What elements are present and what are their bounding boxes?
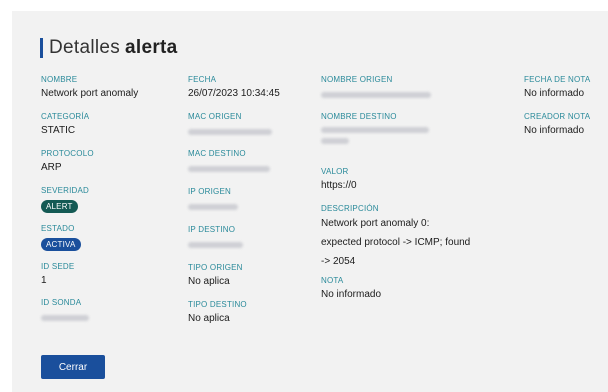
field-label: ID SONDA	[41, 298, 82, 307]
redacted-value	[188, 129, 272, 135]
field-label: IP DESTINO	[188, 225, 236, 234]
field-label: NOMBRE	[41, 75, 78, 84]
field-creador-nota: CREADOR NOTA No informado	[524, 112, 590, 137]
redacted-value	[321, 92, 431, 98]
redacted-value	[321, 127, 429, 133]
field-value: 26/07/2023 10:34:45	[188, 88, 280, 99]
field-nombre-origen: NOMBRE ORIGEN	[321, 75, 431, 103]
title-light: Detalles	[49, 37, 121, 58]
field-label: ESTADO	[41, 224, 75, 233]
field-label: TIPO ORIGEN	[188, 263, 243, 272]
field-label: TIPO DESTINO	[188, 300, 247, 309]
field-ip-destino: IP DESTINO	[188, 225, 243, 253]
field-label: PROTOCOLO	[41, 149, 94, 158]
description-line: expected protocol -> ICMP; found	[321, 237, 471, 248]
field-value: https://0	[321, 180, 357, 191]
field-tipo-origen: TIPO ORIGEN No aplica	[188, 263, 243, 288]
field-value: STATIC	[41, 125, 76, 136]
field-value: No aplica	[188, 276, 230, 287]
field-label: SEVERIDAD	[41, 186, 90, 195]
field-tipo-destino: TIPO DESTINO No aplica	[188, 300, 247, 325]
field-label: FECHA	[188, 75, 217, 84]
field-estado: ESTADO ACTIVA	[41, 224, 81, 252]
field-label: MAC DESTINO	[188, 149, 246, 158]
redacted-value	[188, 242, 243, 248]
redacted-value	[321, 138, 349, 144]
field-label: NOMBRE ORIGEN	[321, 75, 393, 84]
redacted-value	[188, 204, 238, 210]
title-accent-bar	[40, 38, 43, 58]
field-value: No informado	[524, 88, 585, 99]
field-label: CREADOR NOTA	[524, 112, 591, 121]
field-nombre: NOMBRE Network port anomaly	[41, 75, 138, 100]
alert-details-panel	[12, 11, 608, 392]
page-title: Detalles alerta	[40, 37, 178, 59]
description-line: -> 2054	[321, 256, 356, 267]
field-value: No aplica	[188, 313, 230, 324]
title-bold: alerta	[125, 37, 178, 58]
field-value: 1	[41, 275, 47, 286]
field-nombre-destino: NOMBRE DESTINO	[321, 112, 429, 144]
field-label: ID SEDE	[41, 262, 75, 271]
description-line: Network port anomaly 0:	[321, 218, 430, 229]
field-fecha-nota: FECHA DE NOTA No informado	[524, 75, 590, 100]
status-badge: ACTIVA	[41, 238, 81, 251]
severity-badge: ALERT	[41, 200, 78, 213]
field-id-sede: ID SEDE 1	[41, 262, 74, 287]
field-value: Network port anomaly	[41, 88, 139, 99]
field-severidad: SEVERIDAD ALERT	[41, 186, 89, 214]
field-label: CATEGORÍA	[41, 112, 90, 121]
field-label: MAC ORIGEN	[188, 112, 242, 121]
field-descripcion: DESCRIPCIÓN Network port anomaly 0: expe…	[321, 204, 470, 271]
field-nota: NOTA No informado	[321, 276, 381, 301]
field-value: ARP	[41, 162, 62, 173]
field-value: No informado	[524, 125, 585, 136]
field-protocolo: PROTOCOLO ARP	[41, 149, 94, 174]
field-label: DESCRIPCIÓN	[321, 204, 379, 213]
field-fecha: FECHA 26/07/2023 10:34:45	[188, 75, 280, 100]
field-label: FECHA DE NOTA	[524, 75, 591, 84]
field-value: No informado	[321, 289, 382, 300]
redacted-value	[41, 315, 89, 321]
close-button[interactable]: Cerrar	[41, 355, 105, 379]
redacted-value	[188, 166, 270, 172]
field-mac-destino: MAC DESTINO	[188, 149, 270, 177]
field-label: NOTA	[321, 276, 344, 285]
field-id-sonda: ID SONDA	[41, 298, 89, 326]
field-categoria: CATEGORÍA STATIC	[41, 112, 89, 137]
field-label: VALOR	[321, 167, 349, 176]
field-valor: VALOR https://0	[321, 167, 357, 192]
field-ip-origen: IP ORIGEN	[188, 187, 238, 215]
field-mac-origen: MAC ORIGEN	[188, 112, 272, 140]
field-label: NOMBRE DESTINO	[321, 112, 397, 121]
field-label: IP ORIGEN	[188, 187, 231, 196]
